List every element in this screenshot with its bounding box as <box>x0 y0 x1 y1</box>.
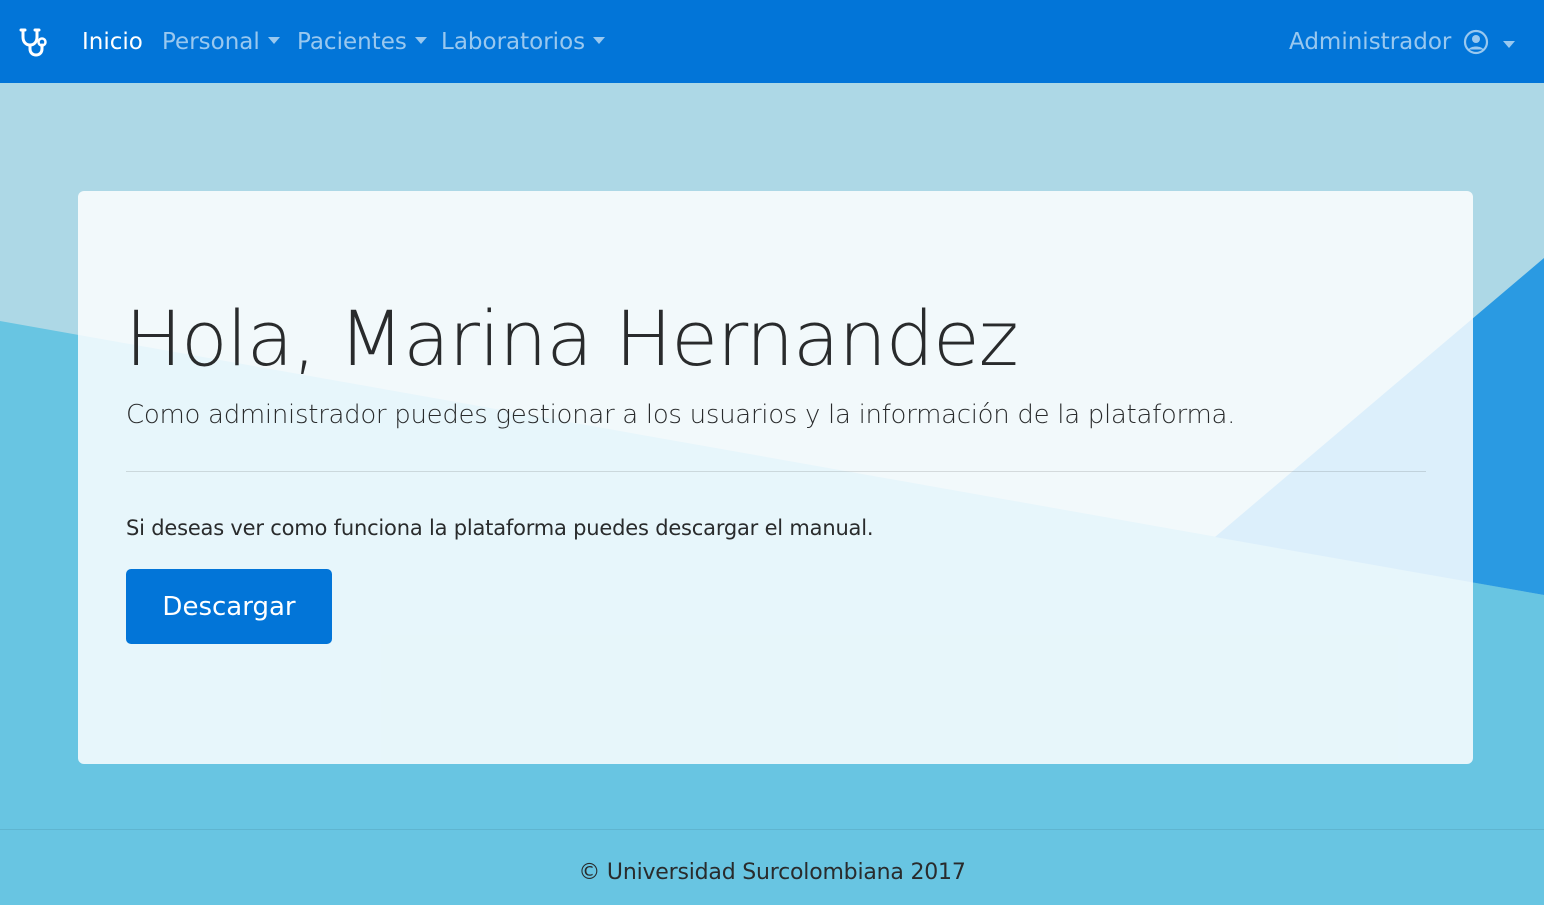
nav-item-label: Pacientes <box>297 29 407 55</box>
user-menu-toggle[interactable] <box>1462 27 1518 59</box>
nav-item-inicio[interactable]: Inicio <box>82 0 143 83</box>
greeting-heading: Hola, Marina Hernandez <box>125 294 1019 383</box>
role-label: Administrador <box>1289 29 1452 55</box>
caret-down-icon <box>593 37 606 44</box>
caret-down-icon <box>267 37 280 44</box>
download-button[interactable]: Descargar <box>126 569 332 644</box>
divider <box>126 471 1426 472</box>
manual-info-text: Si deseas ver como funciona la plataform… <box>126 516 874 540</box>
nav-item-laboratorios[interactable]: Laboratorios <box>441 0 606 83</box>
nav-item-pacientes[interactable]: Pacientes <box>297 0 427 83</box>
footer-copyright: © Universidad Surcolombiana 2017 <box>578 860 966 885</box>
nav-item-label: Laboratorios <box>441 29 586 55</box>
caret-down-icon <box>414 37 427 44</box>
nav-item-personal[interactable]: Personal <box>162 0 280 83</box>
top-navbar: Inicio Personal Pacientes Laboratorios A… <box>0 0 1544 83</box>
nav-item-administrador[interactable]: Administrador <box>1289 0 1451 83</box>
user-circle-icon <box>1463 29 1515 55</box>
welcome-jumbotron: Hola, Marina Hernandez Como administrado… <box>78 191 1473 764</box>
footer-divider <box>0 829 1544 830</box>
nav-item-label: Inicio <box>82 29 143 55</box>
stethoscope-icon[interactable] <box>18 26 50 58</box>
lead-text: Como administrador puedes gestionar a lo… <box>126 400 1236 430</box>
nav-item-label: Personal <box>162 29 260 55</box>
